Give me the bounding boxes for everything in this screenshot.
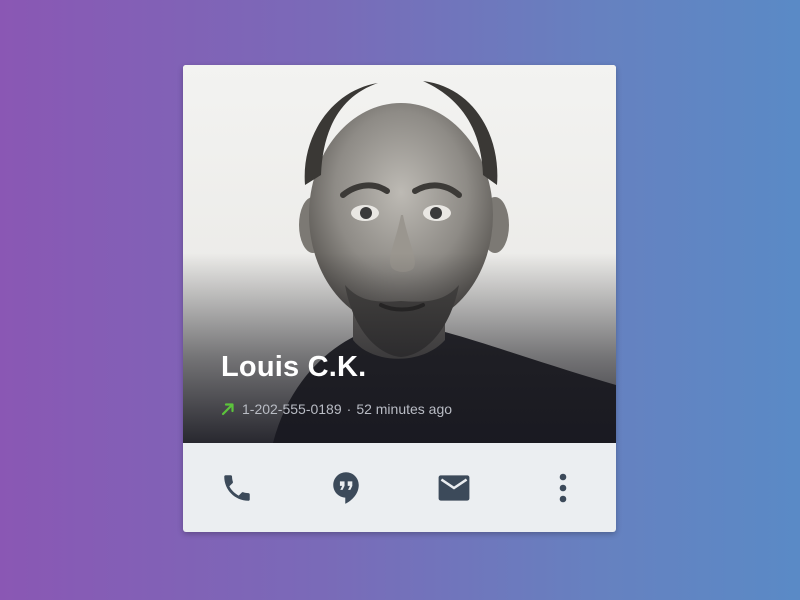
email-button[interactable] (422, 443, 486, 532)
more-options-button[interactable] (531, 443, 595, 532)
call-time: 52 minutes ago (356, 401, 453, 417)
action-bar (183, 443, 616, 532)
outgoing-call-arrow-icon (221, 403, 234, 416)
contact-name: Louis C.K. (221, 351, 367, 383)
phone-number: 1-202-555-0189 (242, 401, 342, 417)
call-info: 1-202-555-0189 · 52 minutes ago (221, 401, 452, 417)
mail-icon (438, 474, 470, 501)
phone-icon (224, 474, 250, 501)
call-button[interactable] (205, 443, 269, 532)
contact-photo[interactable]: Louis C.K. 1-202-555-0189 · 52 minutes a… (183, 65, 616, 443)
hangouts-icon (333, 471, 359, 504)
contact-card: Louis C.K. 1-202-555-0189 · 52 minutes a… (183, 65, 616, 532)
hangouts-button[interactable] (314, 443, 378, 532)
more-vert-icon (559, 473, 567, 502)
meta-separator: · (346, 401, 352, 417)
